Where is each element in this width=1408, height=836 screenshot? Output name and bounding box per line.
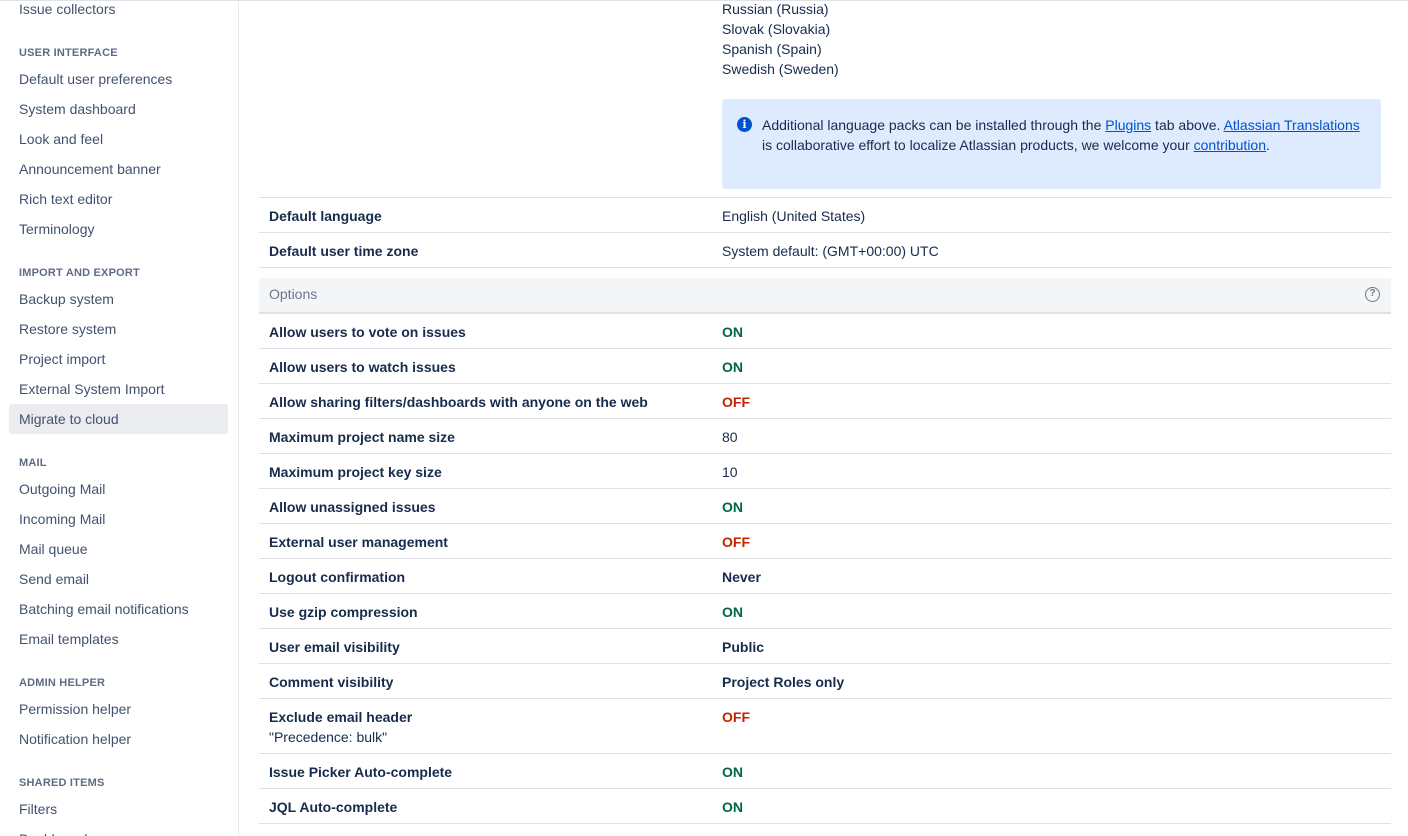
installed-language-item: Slovak (Slovakia) xyxy=(722,21,831,37)
option-label: Allow users to watch issues xyxy=(269,359,456,375)
option-row: Allow users to vote on issues ON xyxy=(259,313,1391,348)
option-label-sub: "Precedence: bulk" xyxy=(269,729,388,745)
option-row: Allow sharing filters/dashboards with an… xyxy=(259,383,1391,418)
option-label: JQL Auto-complete xyxy=(269,799,398,815)
options-section-header: Options ? xyxy=(259,278,1391,313)
sidebar-item-filters[interactable]: Filters xyxy=(9,794,228,824)
option-value: Public xyxy=(722,639,765,655)
question-circle-icon[interactable]: ? xyxy=(1365,287,1380,302)
info-text-4: . xyxy=(1266,137,1270,153)
default-timezone-label: Default user time zone xyxy=(269,243,419,259)
option-label: Allow unassigned issues xyxy=(269,499,436,515)
default-language-label: Default language xyxy=(269,208,382,224)
contribution-link[interactable]: contribution xyxy=(1194,137,1266,153)
options-title: Options xyxy=(269,286,318,302)
option-label: User email visibility xyxy=(269,639,400,655)
option-row: User email visibility Public xyxy=(259,628,1391,663)
sidebar-section-heading: MAIL xyxy=(19,457,47,469)
info-text-2: tab above. xyxy=(1151,117,1224,133)
sidebar-item-incoming-mail[interactable]: Incoming Mail xyxy=(9,504,228,534)
option-value: ON xyxy=(722,359,743,375)
default-language-row: Default language English (United States) xyxy=(259,197,1391,232)
option-row: Use gzip compression ON xyxy=(259,593,1391,628)
installed-language-item: Swedish (Sweden) xyxy=(722,61,839,77)
option-label: Exclude email header xyxy=(269,709,413,725)
option-label: Maximum project name size xyxy=(269,429,455,445)
sidebar-item-project-import[interactable]: Project import xyxy=(9,344,228,374)
language-pack-info-box: i Additional language packs can be insta… xyxy=(722,99,1381,189)
option-value: ON xyxy=(722,499,743,515)
option-row: JQL Auto-complete ON xyxy=(259,788,1391,823)
sidebar-item-backup-system[interactable]: Backup system xyxy=(9,284,228,314)
main-content: Russian (Russia) Slovak (Slovakia) Spanish… xyxy=(259,1,1391,836)
info-text-1: Additional language packs can be install… xyxy=(762,117,1106,133)
sidebar-item-rich-text-editor[interactable]: Rich text editor xyxy=(9,184,228,214)
default-timezone-value: System default: (GMT+00:00) UTC xyxy=(722,243,939,259)
sidebar-item-system-dashboard[interactable]: System dashboard xyxy=(9,94,228,124)
sidebar-item-external-system-import[interactable]: External System Import xyxy=(9,374,228,404)
sidebar-item-default-user-preferences[interactable]: Default user preferences xyxy=(9,64,228,94)
option-label: Maximum project key size xyxy=(269,464,442,480)
atlassian-translations-link[interactable]: Atlassian Translations xyxy=(1224,117,1360,133)
divider xyxy=(259,267,1391,268)
option-value: ON xyxy=(722,799,743,815)
sidebar-section-heading: USER INTERFACE xyxy=(19,47,118,59)
sidebar-item-send-email[interactable]: Send email xyxy=(9,564,228,594)
admin-sidebar: Issue collectors USER INTERFACE Default us… xyxy=(0,1,239,836)
option-value: Never xyxy=(722,569,761,585)
option-row: Logout confirmation Never xyxy=(259,558,1391,593)
option-value: ON xyxy=(722,604,743,620)
option-row: Maximum project key size 10 xyxy=(259,453,1391,488)
sidebar-item-dashboards[interactable]: Dashboards xyxy=(9,824,228,836)
info-text-3: is collaborative effort to localize Atla… xyxy=(762,137,1194,153)
default-timezone-row: Default user time zone System default: (… xyxy=(259,232,1391,267)
sidebar-item-email-templates[interactable]: Email templates xyxy=(9,624,228,654)
option-row: External user management OFF xyxy=(259,523,1391,558)
option-row: Maximum project name size 80 xyxy=(259,418,1391,453)
plugins-link[interactable]: Plugins xyxy=(1105,117,1151,133)
option-value: OFF xyxy=(722,394,750,410)
option-value: OFF xyxy=(722,709,750,725)
option-value: 80 xyxy=(722,429,738,445)
option-row: Comment visibility Project Roles only xyxy=(259,663,1391,698)
option-label: Logout confirmation xyxy=(269,569,406,585)
option-row: Internet Explorer MIME Sniffing Security… xyxy=(259,823,1391,836)
sidebar-item-issue-collectors[interactable]: Issue collectors xyxy=(9,1,228,24)
option-value: 10 xyxy=(722,464,738,480)
option-value: Project Roles only xyxy=(722,674,845,690)
sidebar-item-look-and-feel[interactable]: Look and feel xyxy=(9,124,228,154)
option-value: ON xyxy=(722,324,743,340)
option-value: ON xyxy=(722,764,743,780)
option-label: Allow users to vote on issues xyxy=(269,324,466,340)
sidebar-item-migrate-to-cloud[interactable]: Migrate to cloud xyxy=(9,404,228,434)
sidebar-item-notification-helper[interactable]: Notification helper xyxy=(9,724,228,754)
sidebar-item-mail-queue[interactable]: Mail queue xyxy=(9,534,228,564)
option-label: Internet Explorer MIME Sniffing Security… xyxy=(269,832,657,836)
info-icon: i xyxy=(737,117,752,132)
option-label: Issue Picker Auto-complete xyxy=(269,764,453,780)
option-row: Issue Picker Auto-complete ON xyxy=(259,753,1391,788)
option-label: Use gzip compression xyxy=(269,604,418,620)
option-label: External user management xyxy=(269,534,448,550)
default-language-value: English (United States) xyxy=(722,208,866,224)
option-label: Comment visibility xyxy=(269,674,394,690)
installed-language-item: Spanish (Spain) xyxy=(722,41,822,57)
sidebar-section-heading: SHARED ITEMS xyxy=(19,777,105,789)
option-value: Workaround Internet Explorer security ho… xyxy=(722,832,988,836)
sidebar-section-heading: ADMIN HELPER xyxy=(19,677,106,689)
sidebar-item-terminology[interactable]: Terminology xyxy=(9,214,228,244)
option-row: Exclude email header "Precedence: bulk" OF… xyxy=(259,698,1391,753)
option-row: Allow users to watch issues ON xyxy=(259,348,1391,383)
option-value: OFF xyxy=(722,534,750,550)
option-label: Allow sharing filters/dashboards with an… xyxy=(269,394,648,410)
installed-language-item: Russian (Russia) xyxy=(722,1,829,17)
sidebar-section-heading: IMPORT AND EXPORT xyxy=(19,267,140,279)
option-row: Allow unassigned issues ON xyxy=(259,488,1391,523)
sidebar-item-permission-helper[interactable]: Permission helper xyxy=(9,694,228,724)
sidebar-item-batching-email-notifications[interactable]: Batching email notifications xyxy=(9,594,228,624)
sidebar-item-announcement-banner[interactable]: Announcement banner xyxy=(9,154,228,184)
sidebar-item-restore-system[interactable]: Restore system xyxy=(9,314,228,344)
sidebar-item-outgoing-mail[interactable]: Outgoing Mail xyxy=(9,474,228,504)
